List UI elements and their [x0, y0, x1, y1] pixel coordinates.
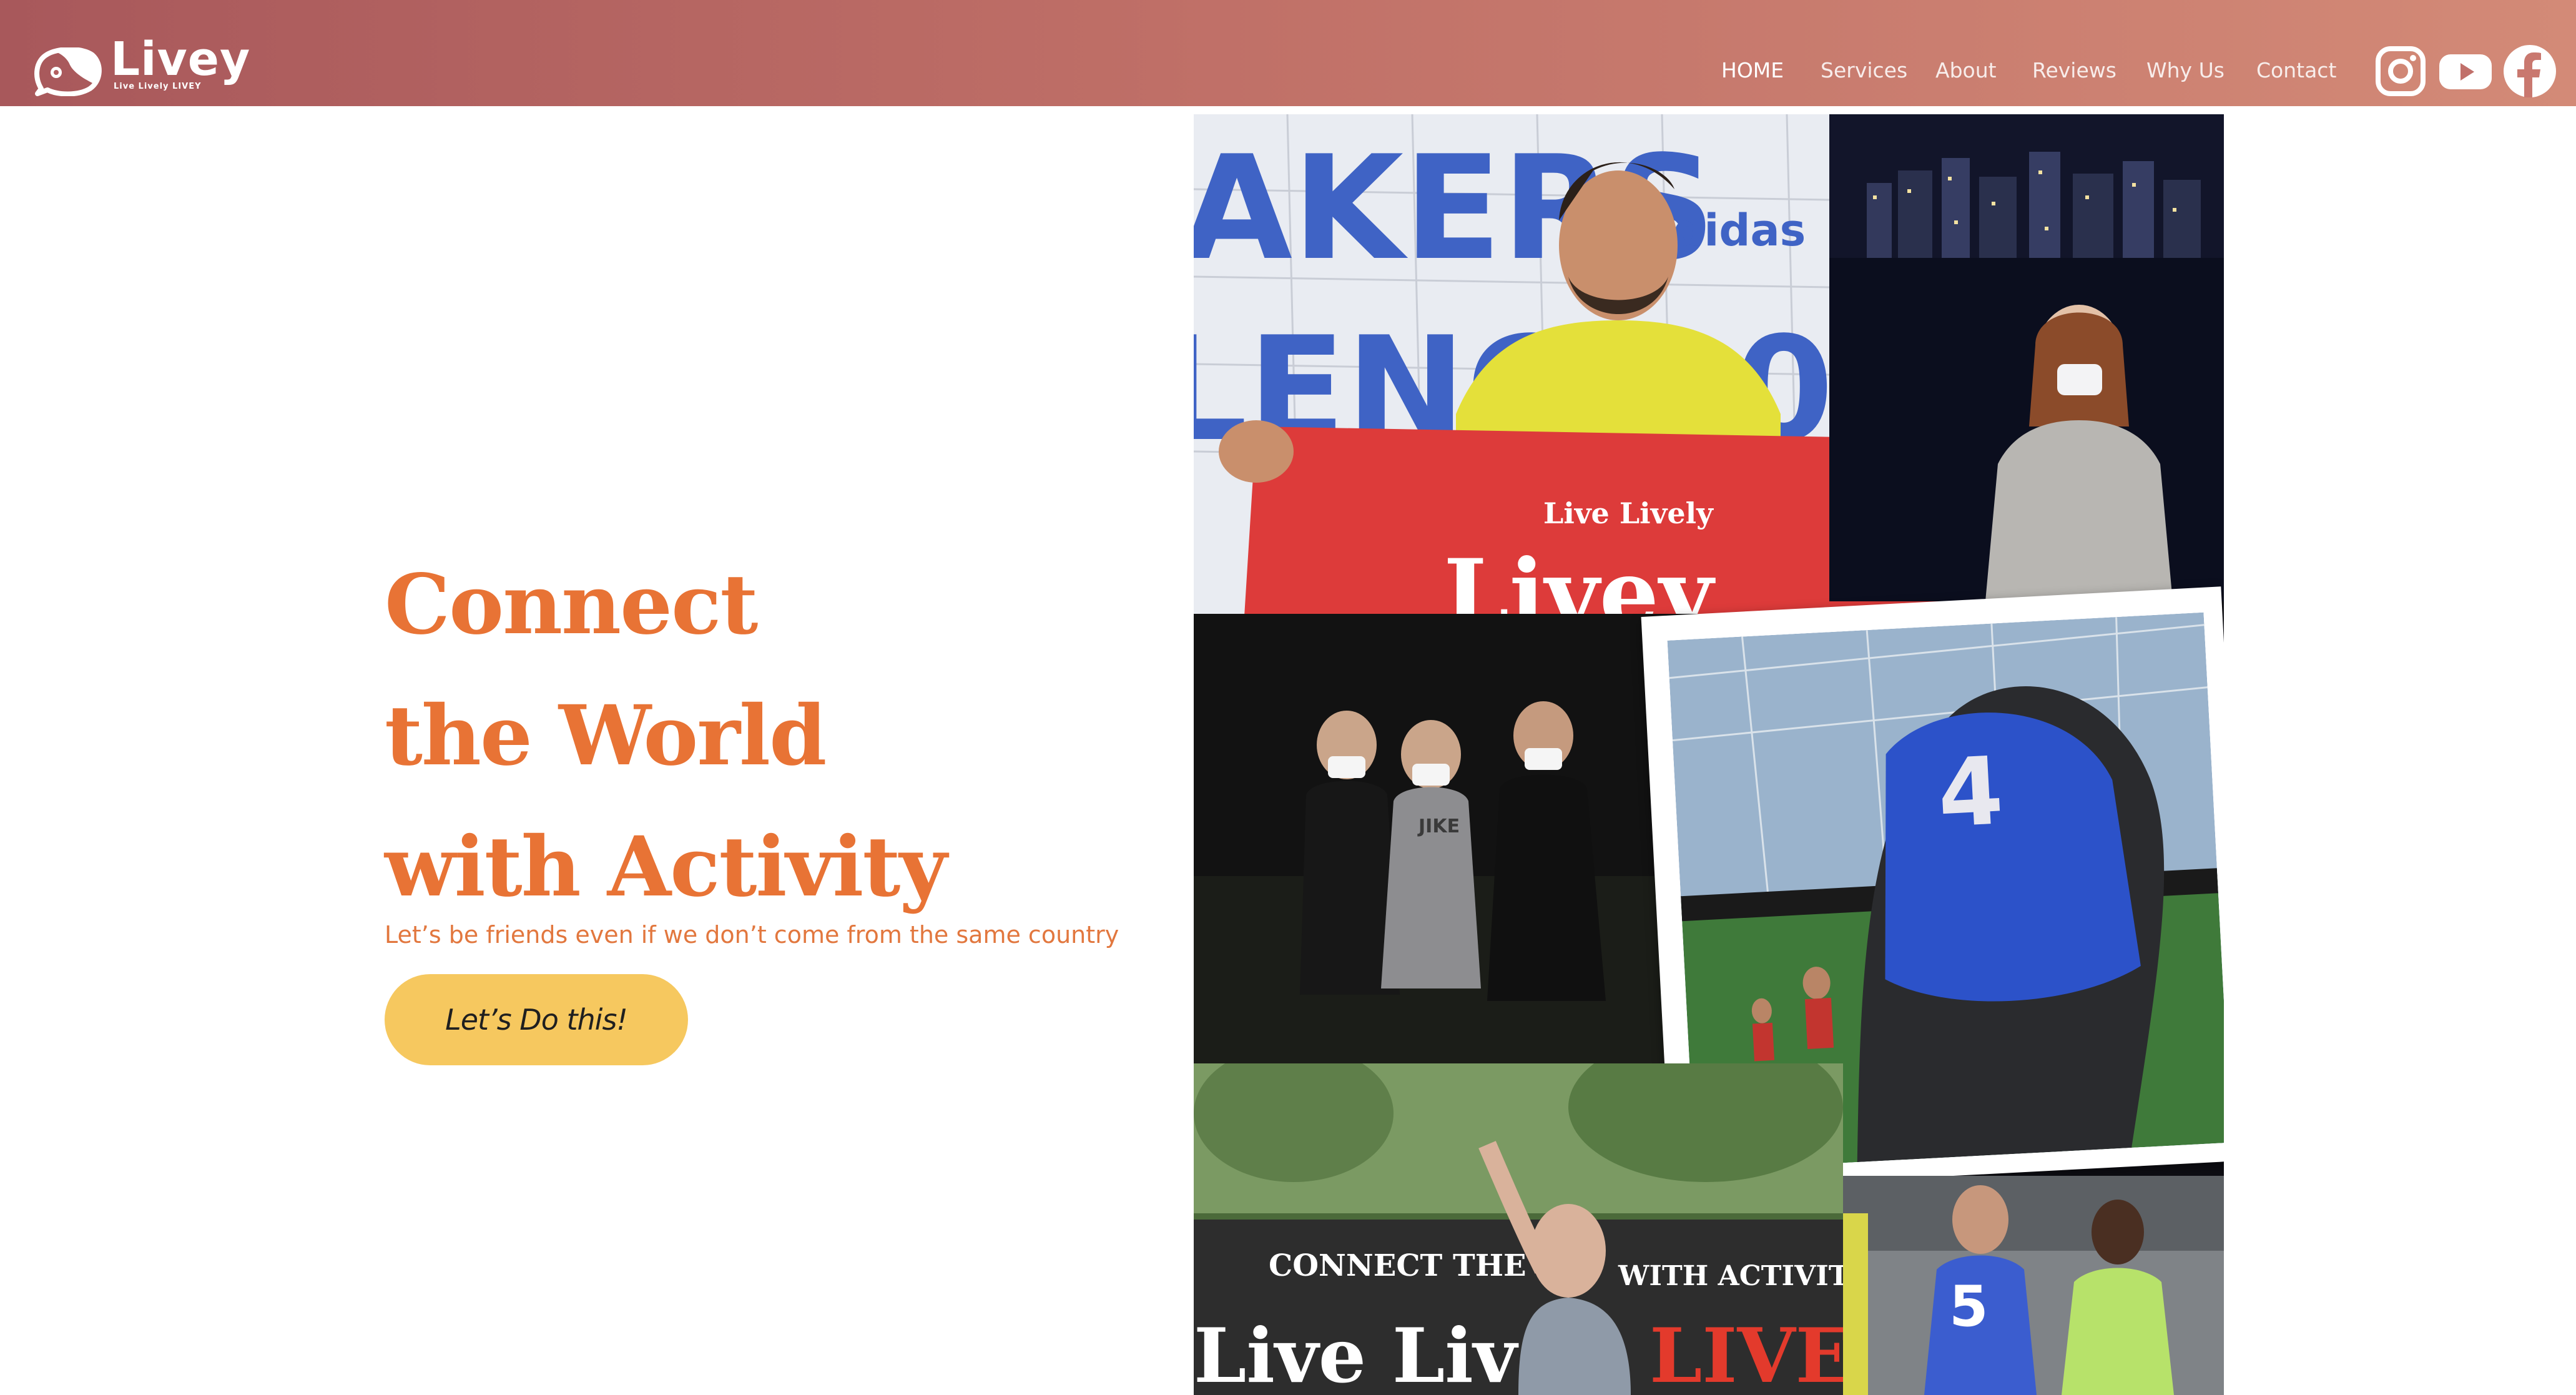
lets-do-this-button[interactable]: Let’s Do this!: [385, 974, 688, 1065]
site-header: Livey Live Lively LIVEY HOME Services Ab…: [0, 0, 2576, 106]
photo-flag-text-large: Livey: [1443, 539, 1716, 626]
photo-jersey-number-four: 4: [1935, 737, 2006, 849]
hero-headline-line-2: the World: [385, 688, 827, 785]
hero-headline-line-1: Connect: [385, 556, 758, 654]
photo-banner-text-bottom-right: LIVE: [1649, 1312, 1843, 1395]
photo-banner-text-top-right: WITH ACTIVITY: [1618, 1260, 1843, 1292]
svg-text:JIKE: JIKE: [1417, 816, 1460, 837]
facebook-icon[interactable]: [2502, 44, 2557, 99]
instagram-icon[interactable]: [2375, 46, 2426, 97]
photo-banner-text-top-left: CONNECT THE: [1269, 1248, 1526, 1283]
photo-collage: AKERS adidas LENG 2019 Live Lively Livey: [1194, 114, 2224, 1395]
nav-contact[interactable]: Contact: [2256, 58, 2336, 83]
nav-reviews[interactable]: Reviews: [2032, 58, 2116, 83]
nav-services[interactable]: Services: [1821, 58, 1907, 83]
hero-headline-line-3: with Activity: [385, 819, 947, 916]
youtube-icon[interactable]: [2438, 46, 2493, 97]
nav-about[interactable]: About: [1935, 58, 1997, 83]
logo-icon: [34, 47, 102, 96]
logo-wordmark: Livey: [111, 32, 251, 86]
photo-banner: CONNECT THE WITH ACTIVITY Live Livel LIV…: [1194, 1063, 1843, 1395]
nav-why-us[interactable]: Why Us: [2146, 58, 2225, 83]
photo-night-city: [1829, 114, 2224, 601]
hero-subtitle: Let’s be friends even if we don’t come f…: [385, 921, 1119, 949]
photo-indoor-players: 5: [1843, 1176, 2224, 1395]
nav-home[interactable]: HOME: [1721, 58, 1784, 83]
photo-jersey-number-five: 5: [1949, 1274, 1989, 1339]
logo[interactable]: Livey Live Lively LIVEY: [32, 36, 250, 98]
photo-flag-text-small: Live Lively: [1543, 496, 1714, 530]
logo-tagline: Live Lively LIVEY: [114, 82, 202, 91]
